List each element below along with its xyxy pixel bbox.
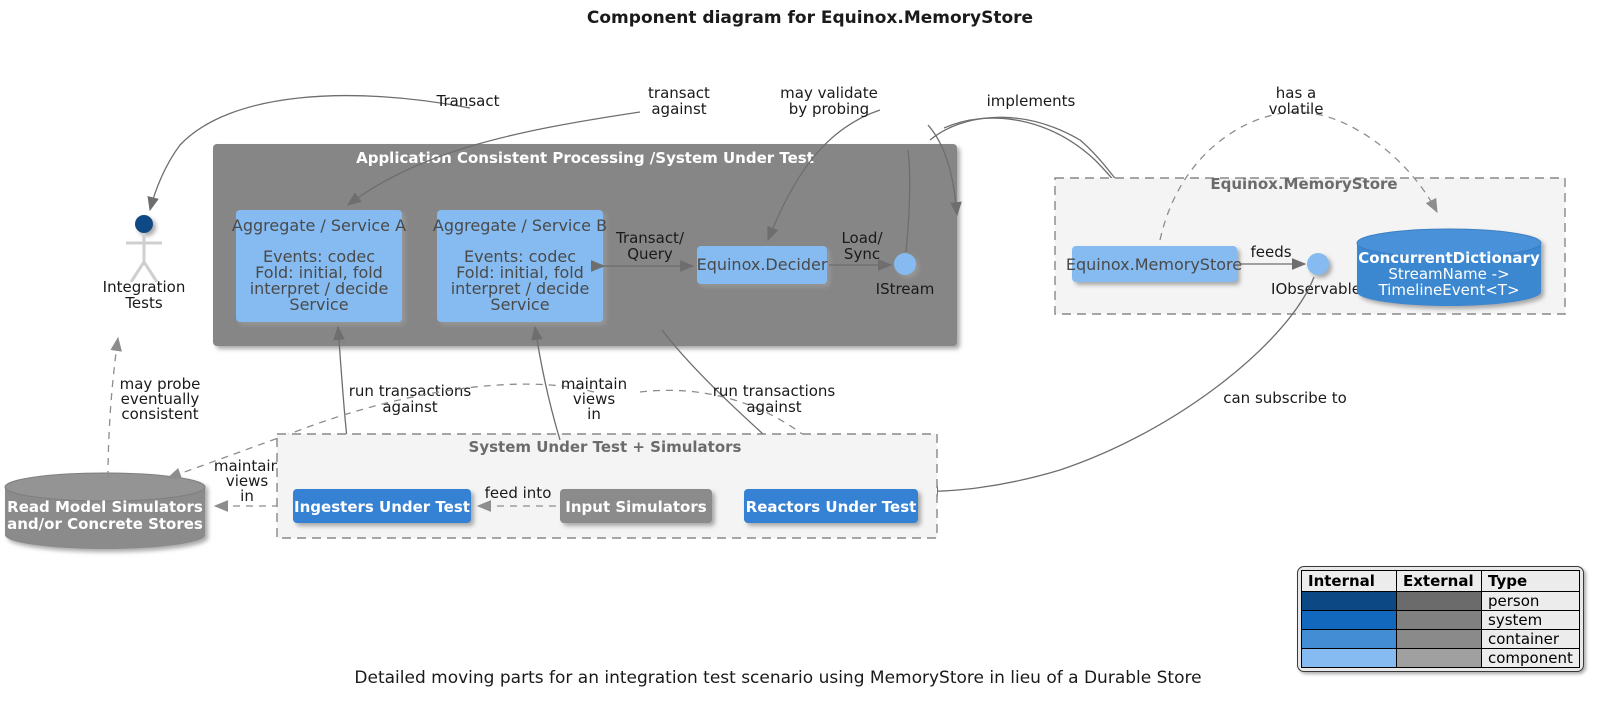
legend-type-label: container bbox=[1481, 629, 1580, 649]
read-model-line2: and/or Concrete Stores bbox=[7, 515, 203, 533]
label-load-sync-2: Sync bbox=[844, 245, 880, 263]
label-has-a-2: volatile bbox=[1269, 100, 1324, 118]
aggregate-a-line-4: Service bbox=[289, 295, 348, 314]
label-feeds: feeds bbox=[1250, 243, 1291, 261]
legend-row: person bbox=[1301, 591, 1580, 611]
legend-type-label: component bbox=[1481, 648, 1580, 668]
input-simulators-title: Input Simulators bbox=[565, 498, 706, 516]
read-model-line1: Read Model Simulators bbox=[7, 498, 203, 516]
label-run-tx-right-2: against bbox=[746, 398, 801, 416]
legend-swatch-external bbox=[1396, 591, 1482, 611]
aggregate-b-title: Aggregate / Service B bbox=[433, 216, 607, 235]
legend-header-internal: Internal bbox=[1301, 570, 1397, 592]
legend-header-external: External bbox=[1396, 570, 1482, 592]
legend-type-label: system bbox=[1481, 610, 1580, 630]
legend-body: person system container component bbox=[1301, 591, 1580, 668]
legend-header-row: Internal External Type bbox=[1301, 570, 1580, 592]
ingesters-title: Ingesters Under Test bbox=[294, 498, 470, 516]
actor-integration-tests[interactable]: Integration Tests bbox=[103, 215, 186, 312]
legend-grid: Internal External Type person system conta… bbox=[1301, 570, 1580, 668]
diagram-caption: Detailed moving parts for an integration… bbox=[354, 668, 1201, 688]
iobservable-label: IObservable bbox=[1271, 280, 1361, 298]
component-equinox-decider[interactable]: Equinox.Decider bbox=[697, 246, 828, 284]
legend-swatch-internal bbox=[1301, 648, 1397, 668]
label-may-probe-3: consistent bbox=[121, 405, 198, 423]
legend-type-label: person bbox=[1481, 591, 1580, 611]
actor-label-line2: Tests bbox=[124, 294, 163, 312]
container-input-simulators[interactable]: Input Simulators bbox=[560, 489, 712, 523]
istream-label: IStream bbox=[876, 280, 935, 298]
label-maintain-views-left-3: in bbox=[240, 487, 254, 505]
edge-may-probe bbox=[107, 336, 122, 479]
aggregate-a-title: Aggregate / Service A bbox=[232, 216, 406, 235]
package-title-sut-simulators: System Under Test + Simulators bbox=[469, 438, 742, 456]
decider-title: Equinox.Decider bbox=[697, 255, 828, 274]
legend-swatch-internal bbox=[1301, 591, 1397, 611]
legend-row: component bbox=[1301, 648, 1580, 668]
legend-swatch-internal bbox=[1301, 610, 1397, 630]
package-title-sut: Application Consistent Processing /Syste… bbox=[356, 149, 814, 167]
package-title-memorystore: Equinox.MemoryStore bbox=[1210, 175, 1397, 193]
legend-row: system bbox=[1301, 610, 1580, 630]
diagram-canvas: Component diagram for Equinox.MemoryStor… bbox=[0, 0, 1621, 715]
label-run-tx-left-2: against bbox=[382, 398, 437, 416]
reactors-title: Reactors Under Test bbox=[746, 498, 917, 516]
label-may-validate-2: by probing bbox=[789, 100, 869, 118]
label-maintain-views-3: in bbox=[587, 405, 601, 423]
label-transact-query-2: Query bbox=[627, 245, 673, 263]
container-reactors-under-test[interactable]: Reactors Under Test bbox=[744, 489, 918, 523]
memorystore-component-title: Equinox.MemoryStore bbox=[1066, 255, 1242, 274]
legend-header-type: Type bbox=[1481, 570, 1580, 592]
page-title: Component diagram for Equinox.MemoryStor… bbox=[587, 8, 1033, 28]
label-transact: Transact bbox=[436, 92, 500, 110]
label-transact-against-2: against bbox=[651, 100, 706, 118]
legend-row: container bbox=[1301, 629, 1580, 649]
concurrent-dictionary-line3: TimelineEvent<T> bbox=[1377, 281, 1519, 299]
label-can-subscribe-to: can subscribe to bbox=[1223, 389, 1347, 407]
label-implements: implements bbox=[987, 92, 1076, 110]
legend-table: Internal External Type person system conta… bbox=[1297, 566, 1584, 672]
component-aggregate-service-b[interactable]: Aggregate / Service B Events: codec Fold… bbox=[433, 210, 607, 322]
legend-swatch-internal bbox=[1301, 629, 1397, 649]
legend-swatch-external bbox=[1396, 629, 1482, 649]
component-aggregate-service-a[interactable]: Aggregate / Service A Events: codec Fold… bbox=[232, 210, 406, 322]
legend-swatch-external bbox=[1396, 648, 1482, 668]
legend-swatch-external bbox=[1396, 610, 1482, 630]
aggregate-b-line-4: Service bbox=[490, 295, 549, 314]
component-equinox-memorystore[interactable]: Equinox.MemoryStore bbox=[1066, 246, 1242, 282]
label-feed-into: feed into bbox=[485, 484, 552, 502]
container-ingesters-under-test[interactable]: Ingesters Under Test bbox=[293, 489, 471, 523]
